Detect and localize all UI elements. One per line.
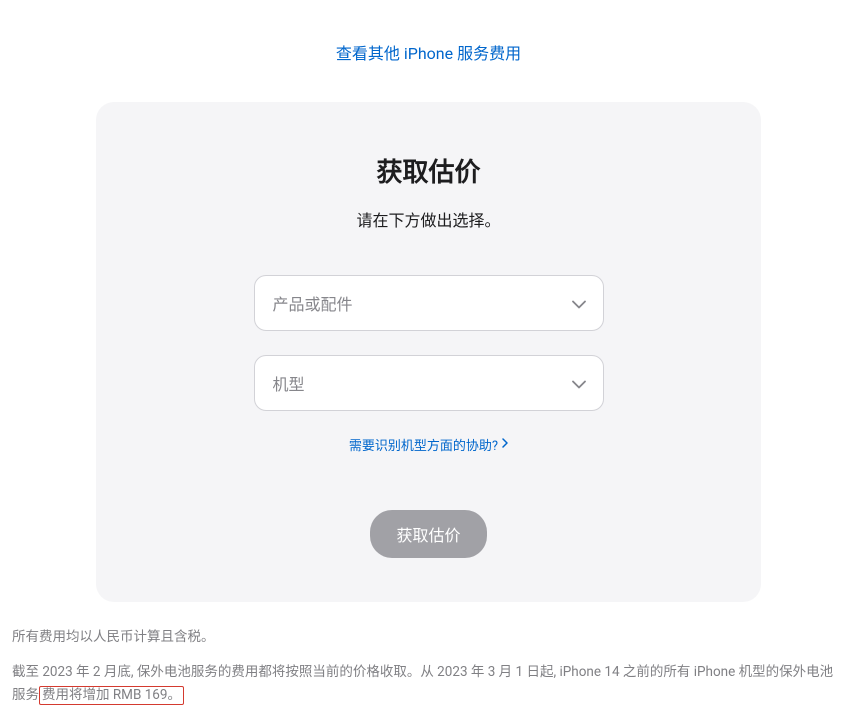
footer-line-2: 截至 2023 年 2 月底, 保外电池服务的费用都将按照当前的价格收取。从 2… [12,661,845,707]
identify-model-help-link[interactable]: 需要识别机型方面的协助? [349,435,508,454]
footer-notes: 所有费用均以人民币计算且含税。 截至 2023 年 2 月底, 保外电池服务的费… [0,602,857,707]
model-select[interactable]: 机型 [254,355,604,411]
product-select-wrap: 产品或配件 [254,275,604,331]
help-link-text: 需要识别机型方面的协助? [349,435,498,454]
product-select[interactable]: 产品或配件 [254,275,604,331]
model-select-placeholder: 机型 [273,371,305,395]
product-select-placeholder: 产品或配件 [273,291,353,315]
view-other-fees-link[interactable]: 查看其他 iPhone 服务费用 [0,40,857,64]
model-select-wrap: 机型 [254,355,604,411]
price-increase-highlight: 费用将增加 RMB 169。 [39,686,184,705]
estimate-card: 获取估价 请在下方做出选择。 产品或配件 机型 需要识别机型方面的协助? 获取估… [96,102,761,602]
card-title: 获取估价 [136,152,721,189]
chevron-right-icon [502,437,508,452]
card-subtitle: 请在下方做出选择。 [136,207,721,231]
footer-line-1: 所有费用均以人民币计算且含税。 [12,626,845,649]
get-estimate-button[interactable]: 获取估价 [370,510,486,558]
